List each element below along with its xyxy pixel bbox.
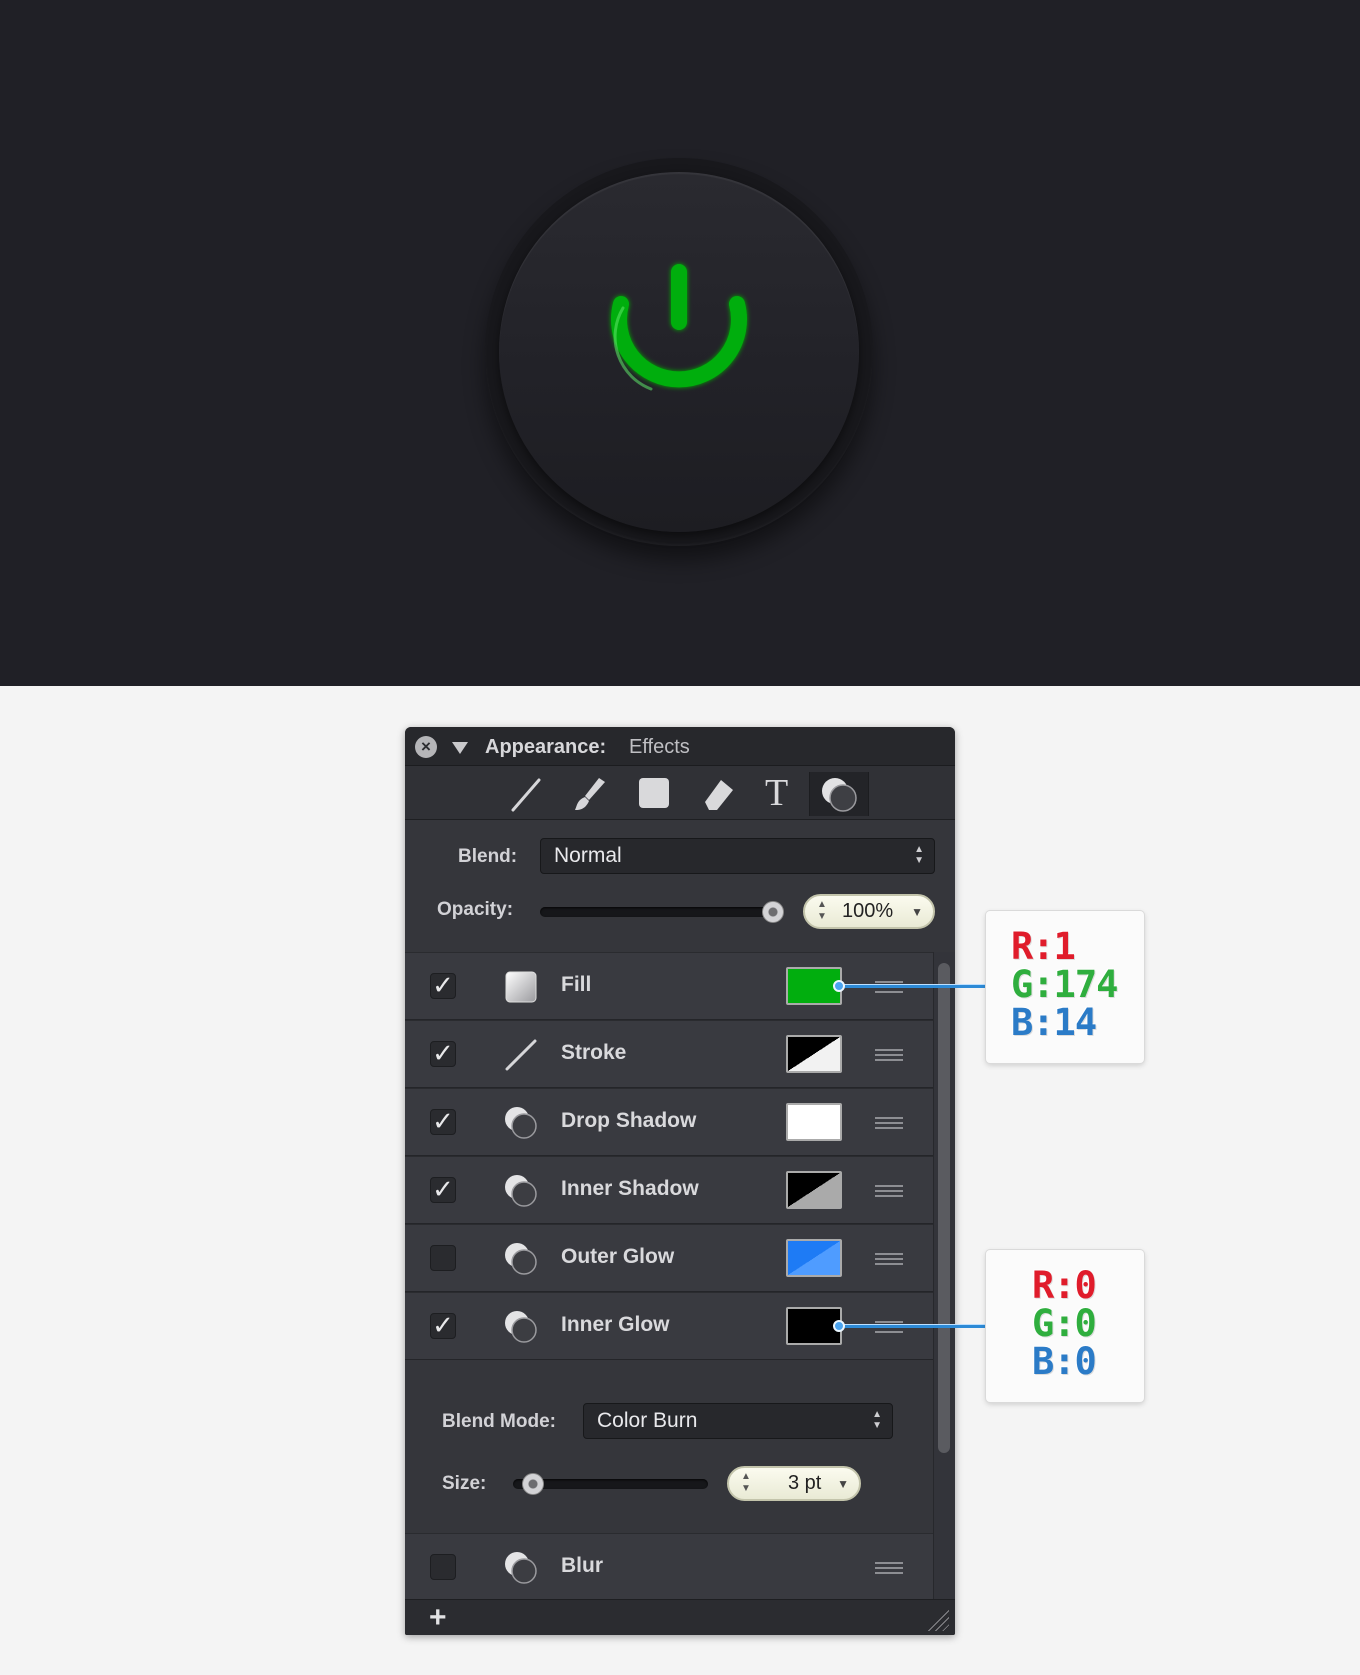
eraser-tool-icon[interactable]	[693, 772, 741, 816]
brush-tool-icon[interactable]	[565, 772, 613, 816]
blend-value: Normal	[554, 844, 622, 867]
leader-line	[838, 984, 986, 988]
blend-mode-select[interactable]: Color Burn ▲ ▼	[583, 1403, 893, 1439]
inner-shadow-color-swatch[interactable]	[786, 1171, 842, 1209]
effect-label: Inner Glow	[561, 1313, 670, 1336]
drag-handle-icon[interactable]	[875, 1049, 903, 1061]
effect-label: Fill	[561, 973, 592, 996]
rgb-callout-inner-glow: R:0 G:0 B:0	[986, 1250, 1144, 1402]
fill-icon	[505, 971, 537, 1003]
effect-row-inner-shadow[interactable]: ✓ Inner Shadow	[405, 1156, 933, 1224]
opacity-label: Opacity:	[437, 899, 514, 920]
opacity-slider-knob[interactable]	[762, 901, 784, 923]
panel-subtitle: Effects	[629, 736, 690, 758]
size-slider-knob[interactable]	[522, 1473, 544, 1495]
leader-dot	[833, 1320, 845, 1332]
stroke-color-swatch[interactable]	[786, 1035, 842, 1073]
blend-mode-value: Color Burn	[597, 1409, 698, 1432]
drag-handle-icon[interactable]	[875, 1253, 903, 1265]
stepper-arrows-icon: ▲ ▼	[817, 899, 827, 922]
drag-handle-icon[interactable]	[875, 1117, 903, 1129]
blend-mode-label: Blend Mode:	[442, 1411, 556, 1432]
panel-footer: +	[405, 1599, 955, 1635]
effect-icon	[505, 1175, 537, 1207]
stepper-arrows-icon: ▲ ▼	[741, 1471, 751, 1494]
red-value: R:0	[1032, 1264, 1097, 1307]
effect-row-blur[interactable]: Blur	[405, 1533, 933, 1599]
power-icon	[611, 264, 747, 391]
opacity-value: 100%	[842, 900, 894, 922]
inner-shadow-checkbox[interactable]: ✓	[430, 1176, 456, 1203]
size-value: 3 pt	[788, 1472, 822, 1494]
rgb-callout-fill: R:1 G:174 B:14	[986, 911, 1144, 1063]
scrollbar-thumb[interactable]	[938, 963, 950, 1453]
drop-shadow-checkbox[interactable]: ✓	[430, 1108, 456, 1135]
outer-glow-checkbox[interactable]	[430, 1245, 456, 1271]
effect-label: Stroke	[561, 1041, 627, 1064]
fill-tool-icon[interactable]	[629, 772, 677, 816]
effect-row-outer-glow[interactable]: Outer Glow	[405, 1224, 933, 1292]
drop-shadow-color-swatch[interactable]	[786, 1103, 842, 1141]
inner-glow-checkbox[interactable]: ✓	[430, 1312, 456, 1339]
size-label: Size:	[442, 1473, 487, 1494]
opacity-stepper[interactable]: ▲ ▼ 100% ▼	[803, 894, 935, 929]
inner-glow-settings: Blend Mode: Color Burn ▲ ▼ Size: ▲ ▼ 3 pt …	[405, 1369, 933, 1533]
drag-handle-icon[interactable]	[875, 1562, 903, 1574]
effect-label: Inner Shadow	[561, 1177, 699, 1200]
line-tool-icon[interactable]	[501, 772, 549, 816]
collapse-triangle-icon[interactable]	[452, 742, 468, 754]
close-icon[interactable]: ×	[415, 736, 437, 758]
opacity-slider-track[interactable]	[540, 907, 775, 917]
add-icon[interactable]: +	[429, 1601, 447, 1635]
stroke-icon	[505, 1039, 537, 1071]
effect-icon	[505, 1243, 537, 1275]
power-button[interactable]	[499, 172, 859, 532]
green-value: G:174	[1011, 963, 1118, 1006]
blend-select[interactable]: Normal ▲ ▼	[540, 838, 935, 874]
blue-value: B:14	[1011, 1001, 1097, 1044]
size-stepper[interactable]: ▲ ▼ 3 pt ▼	[727, 1466, 861, 1501]
effects-tool-icon[interactable]	[809, 772, 869, 816]
text-tool-icon[interactable]: T	[755, 772, 803, 816]
fill-checkbox[interactable]: ✓	[430, 972, 456, 999]
drag-handle-icon[interactable]	[875, 1185, 903, 1197]
dropdown-arrow-icon: ▼	[837, 1477, 849, 1491]
resize-grip-icon[interactable]	[925, 1607, 949, 1631]
red-value: R:1	[1011, 925, 1076, 968]
effect-icon	[505, 1107, 537, 1139]
effect-label: Blur	[561, 1554, 603, 1577]
outer-glow-color-swatch[interactable]	[786, 1239, 842, 1277]
canvas-preview	[0, 0, 1360, 686]
blue-value: B:0	[1032, 1340, 1097, 1383]
panel-toolbar: T	[405, 766, 955, 820]
effect-icon	[505, 1311, 537, 1343]
blur-checkbox[interactable]	[430, 1554, 456, 1580]
leader-line	[838, 1324, 986, 1328]
green-value: G:0	[1032, 1302, 1097, 1345]
panel-title: Appearance:	[485, 736, 607, 758]
updown-arrows-icon: ▲ ▼	[914, 844, 924, 866]
effect-label: Outer Glow	[561, 1245, 675, 1268]
effects-list: ✓ Fill ✓ Stroke ✓ Drop Shadow ✓ Inner Sh…	[405, 952, 933, 1360]
effect-row-stroke[interactable]: ✓ Stroke	[405, 1020, 933, 1088]
power-button-bezel	[485, 158, 873, 546]
dropdown-arrow-icon: ▼	[911, 905, 923, 919]
updown-arrows-icon: ▲ ▼	[872, 1409, 882, 1431]
leader-dot	[833, 980, 845, 992]
stroke-checkbox[interactable]: ✓	[430, 1040, 456, 1067]
effect-icon	[505, 1552, 537, 1584]
effect-row-drop-shadow[interactable]: ✓ Drop Shadow	[405, 1088, 933, 1156]
effect-label: Drop Shadow	[561, 1109, 697, 1132]
appearance-panel: × Appearance: Effects T Blend: Normal ▲ ▼…	[405, 727, 955, 1635]
panel-titlebar: × Appearance: Effects	[405, 727, 955, 766]
blend-label: Blend:	[458, 846, 518, 867]
